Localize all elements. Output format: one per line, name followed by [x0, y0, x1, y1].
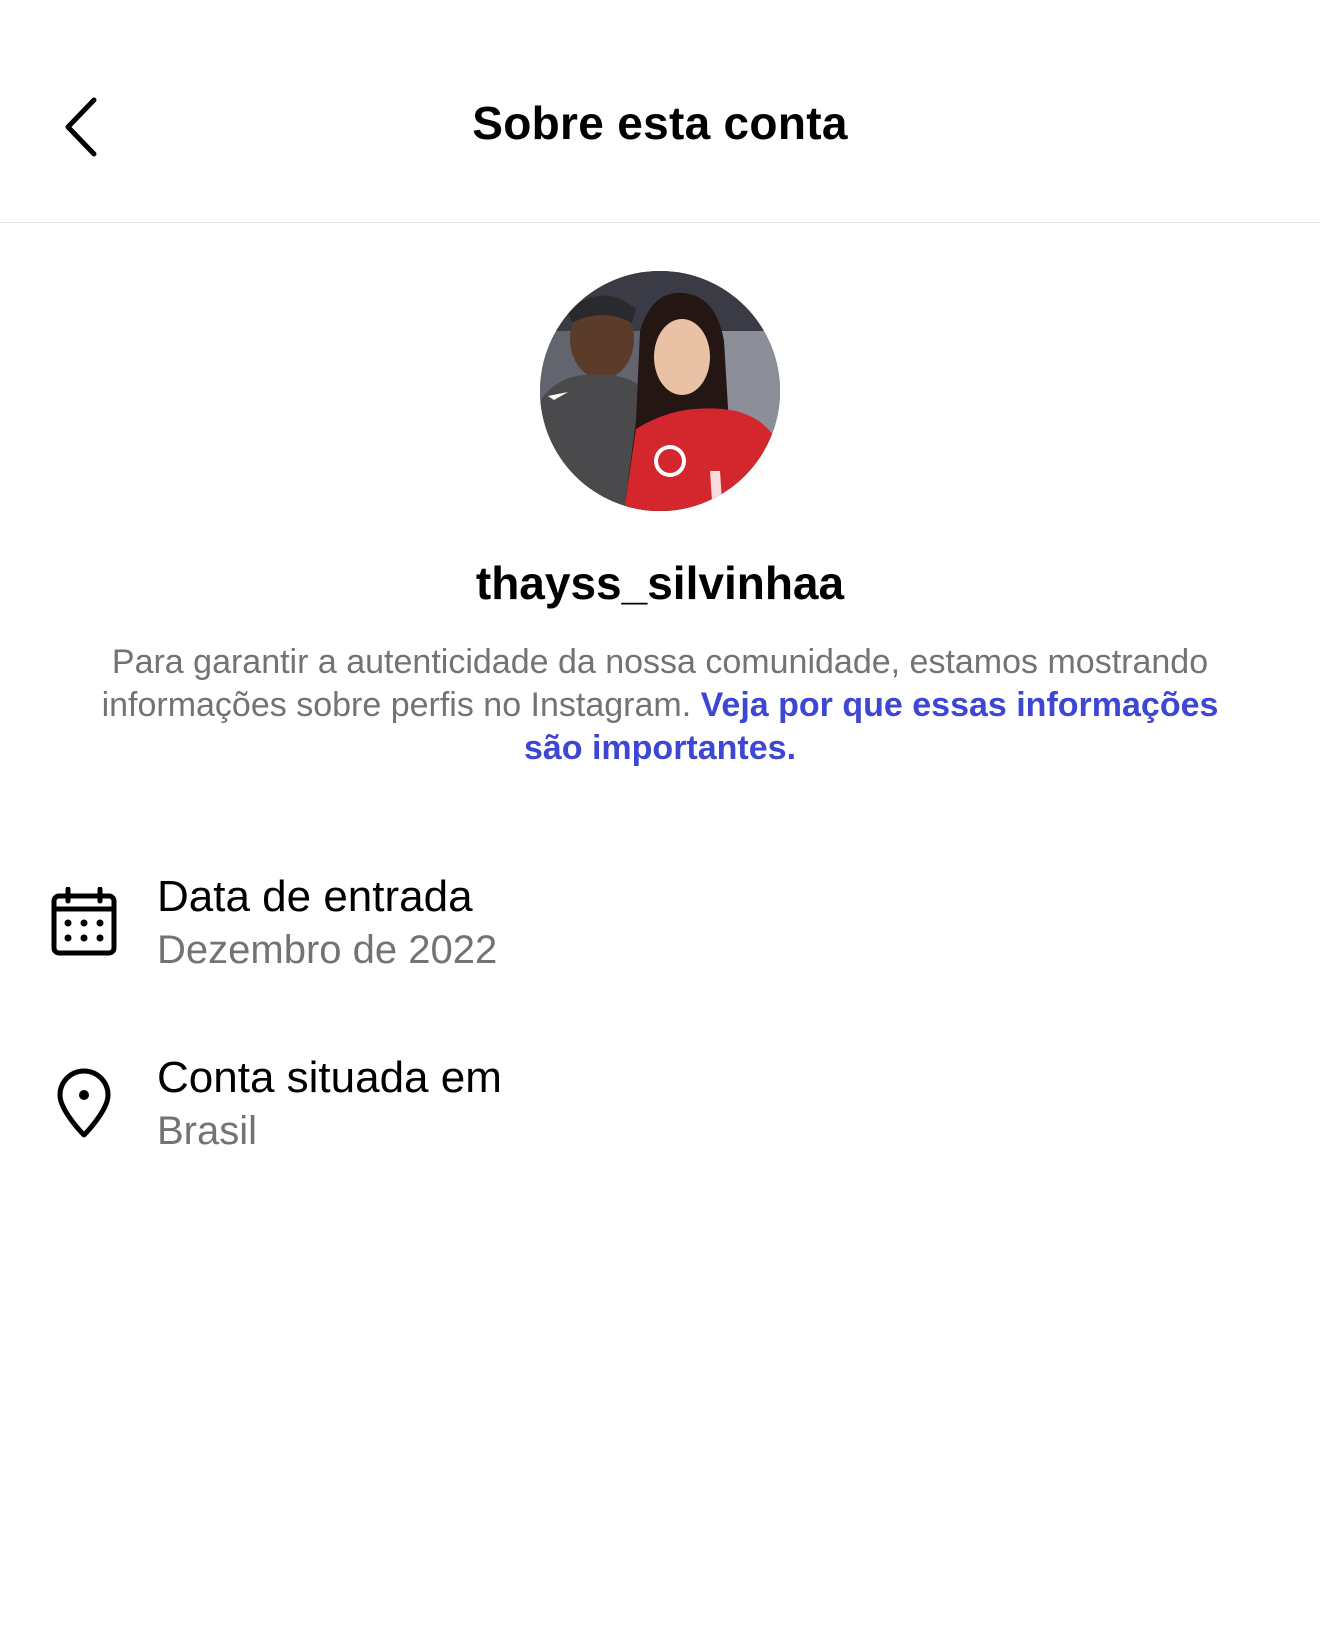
location-row: Conta situada em Brasil [0, 1043, 1320, 1173]
calendar-icon [48, 882, 120, 962]
location-label: Conta situada em [157, 1053, 502, 1102]
join-date-label: Data de entrada [157, 872, 473, 921]
location-value: Brasil [157, 1109, 258, 1153]
top-nav-bar: Sobre esta conta [0, 0, 1320, 223]
profile-avatar [540, 271, 780, 511]
join-date-row: Data de entrada Dezembro de 2022 [0, 862, 1320, 992]
username: thayss_silvinhaa [475, 557, 845, 609]
authenticity-notice: Para garantir a autenticidade da nossa c… [90, 641, 1230, 770]
location-pin-icon [48, 1063, 120, 1143]
join-date-value: Dezembro de 2022 [157, 928, 498, 972]
page-title: Sobre esta conta [472, 97, 848, 149]
